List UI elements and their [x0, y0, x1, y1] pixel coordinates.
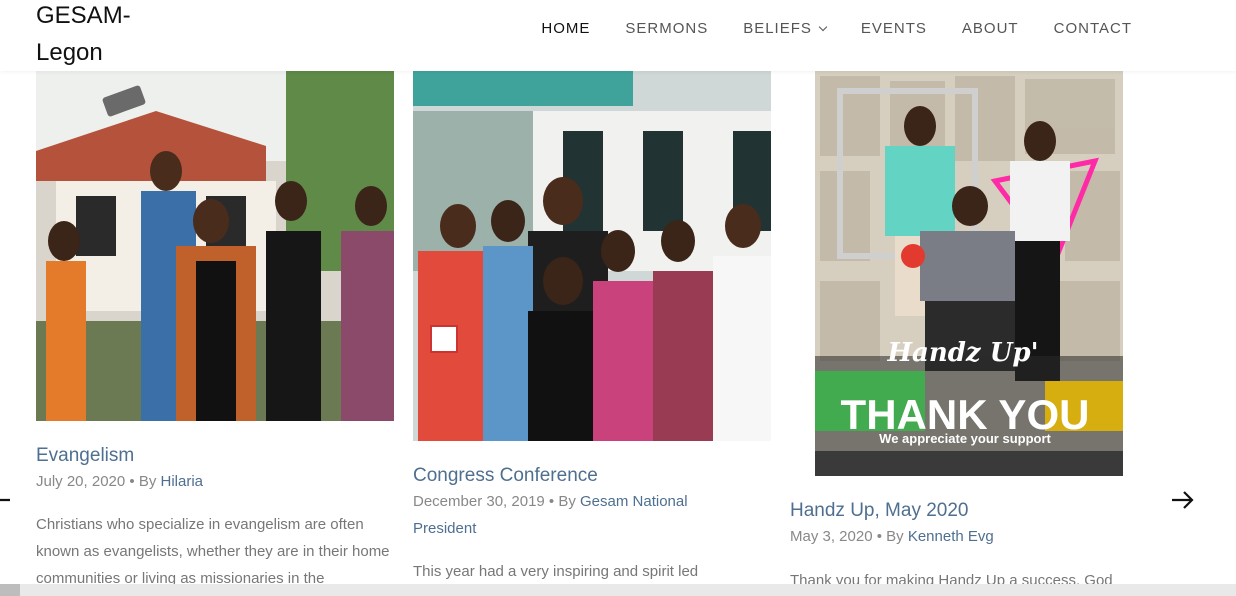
nav-contact[interactable]: CONTACT [1054, 19, 1132, 39]
arrow-right-icon[interactable] [1168, 486, 1196, 514]
post-excerpt: This year had a very inspiring and spiri… [413, 563, 699, 580]
scrollbar-thumb[interactable] [0, 584, 20, 596]
nav-events[interactable]: EVENTS [861, 19, 927, 39]
post-image-evangelism[interactable] [36, 71, 394, 421]
site-header: GESAM- Legon HOME SERMONS BELIEFS EVENTS… [0, 0, 1236, 71]
poster-image: Handz Up' THANK YOU We appreciate your s… [815, 71, 1123, 476]
group-photo-image [36, 71, 394, 421]
nav-sermons[interactable]: SERMONS [625, 19, 708, 39]
post-by: • By [544, 493, 581, 510]
horizontal-scrollbar[interactable] [0, 584, 1236, 596]
post-excerpt: Thank you for making Handz Up a success.… [790, 572, 1113, 584]
post-excerpt: Christians who specialize in evangelism … [36, 516, 390, 584]
post-title-handz-up[interactable]: Handz Up, May 2020 [790, 500, 969, 522]
post-author-link[interactable]: Hilaria [161, 473, 204, 490]
arrow-left-icon[interactable] [0, 486, 14, 514]
post-date: July 20, 2020 [36, 473, 126, 490]
post-by: • By [872, 528, 908, 545]
nav-home-label: HOME [541, 20, 591, 37]
post-meta: May 3, 2020 • By Kenneth Evg [790, 523, 1150, 550]
nav-about[interactable]: ABOUT [962, 19, 1019, 39]
nav-home[interactable]: HOME [541, 19, 590, 39]
main-nav: HOME SERMONS BELIEFS EVENTS ABOUT CONTAC… [506, 19, 1132, 39]
nav-beliefs-label: BELIEFS [743, 20, 812, 37]
chevron-down-icon [818, 22, 828, 32]
nav-events-label: EVENTS [860, 20, 927, 37]
post-title-evangelism[interactable]: Evangelism [36, 445, 134, 467]
post-image-congress-conference[interactable] [413, 71, 771, 441]
nav-about-label: ABOUT [961, 20, 1019, 37]
site-logo[interactable]: GESAM- Legon [36, 0, 131, 71]
group-photo-image [413, 71, 771, 441]
post-author-link[interactable]: Kenneth Evg [908, 528, 994, 545]
nav-beliefs[interactable]: BELIEFS [743, 19, 828, 39]
post-date: December 30, 2019 [413, 493, 545, 510]
post-by: • By [125, 473, 161, 490]
nav-sermons-label: SERMONS [625, 20, 709, 37]
poster-tagline: We appreciate your support [879, 431, 1051, 446]
nav-contact-label: CONTACT [1053, 20, 1132, 37]
post-image-handz-up[interactable]: Handz Up' THANK YOU We appreciate your s… [815, 71, 1123, 476]
poster-brand: Handz Up' [886, 338, 1038, 368]
post-date: May 3, 2020 [790, 528, 873, 545]
post-meta: July 20, 2020 • By Hilaria [36, 468, 396, 495]
post-meta: December 30, 2019 • By Gesam National Pr… [413, 488, 733, 542]
post-title-congress-conference[interactable]: Congress Conference [413, 465, 598, 487]
